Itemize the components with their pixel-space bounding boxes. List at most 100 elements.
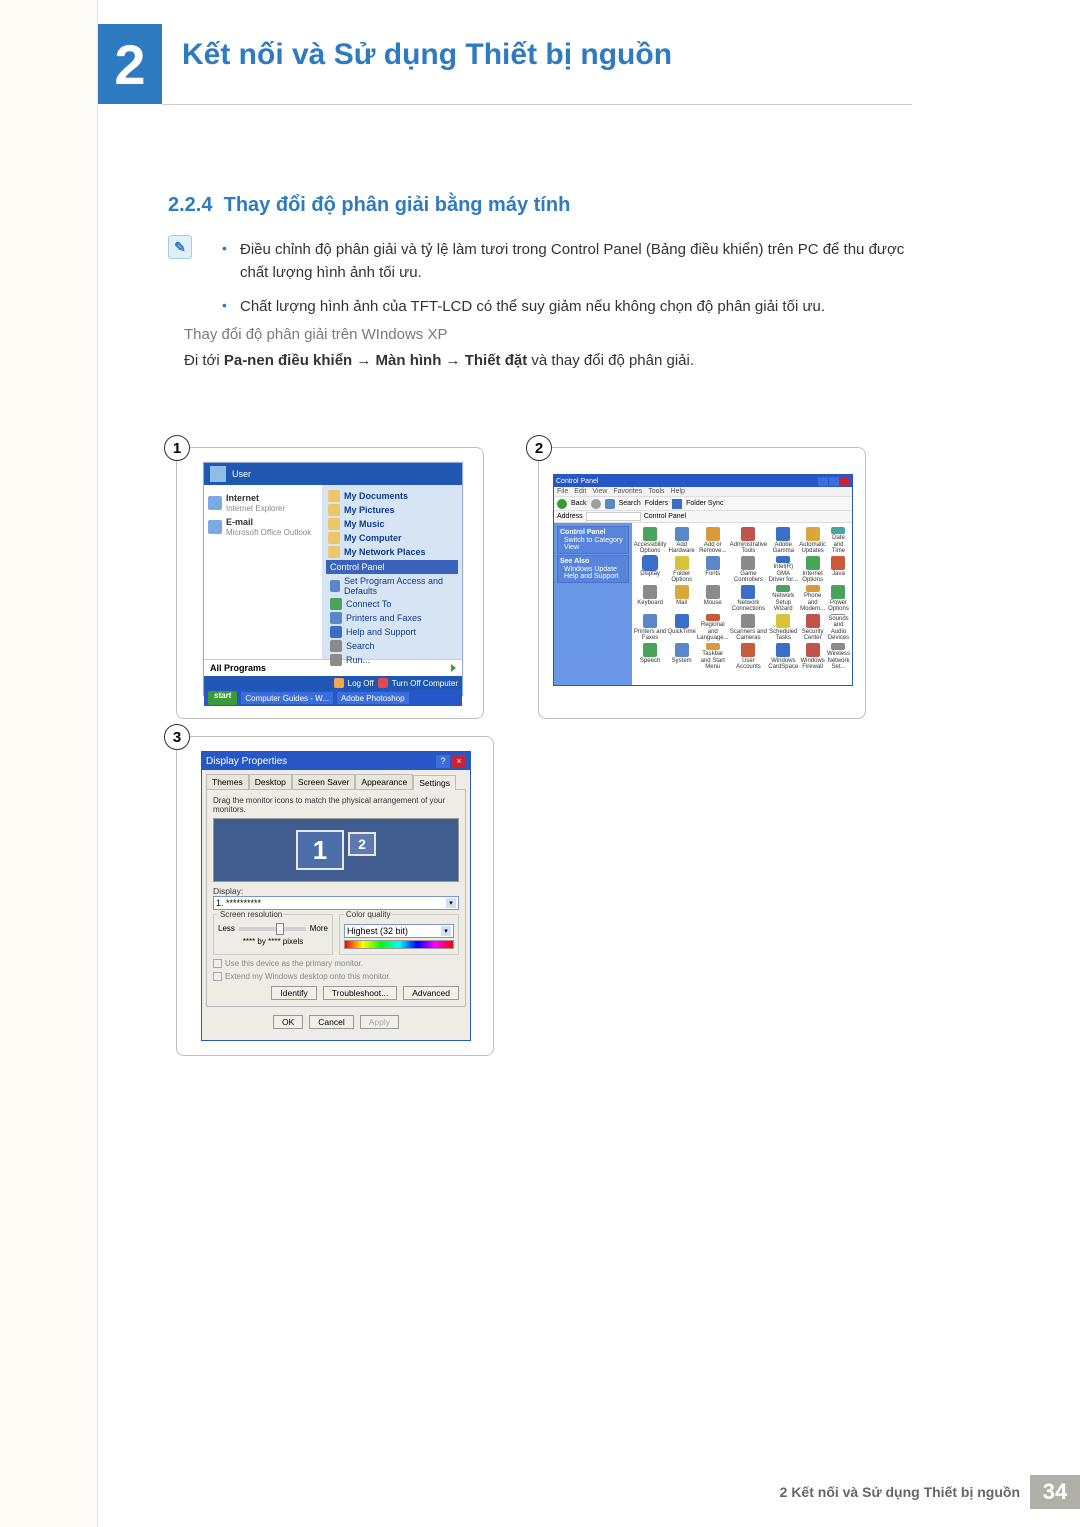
search-button[interactable]: Search <box>619 500 641 507</box>
identify-button[interactable]: Identify <box>271 986 316 1000</box>
ok-button[interactable]: OK <box>273 1015 303 1029</box>
figure-number-3: 3 <box>164 724 190 750</box>
control-panel-item[interactable]: Mouse <box>697 585 729 613</box>
help-support-link[interactable]: Help and Support <box>560 573 626 580</box>
monitor-2[interactable]: 2 <box>348 832 376 856</box>
control-panel-item[interactable]: Java <box>827 556 850 584</box>
control-panel-item[interactable]: Network Setup Wizard <box>768 585 798 613</box>
control-panel-item[interactable]: Folder Options <box>667 556 695 584</box>
control-panel-item[interactable]: QuickTime <box>667 614 695 642</box>
start-menu-right-item[interactable]: My Documents <box>326 489 458 503</box>
start-menu-left-item[interactable]: E-mailMicrosoft Office Outlook <box>208 515 318 539</box>
forward-icon[interactable] <box>591 499 601 509</box>
control-panel-item[interactable]: Internet Options <box>799 556 826 584</box>
tab-themes[interactable]: Themes <box>206 774 249 789</box>
tab-screen-saver[interactable]: Screen Saver <box>292 774 356 789</box>
menu-item[interactable]: Help <box>671 488 685 495</box>
taskbar-item[interactable]: Adobe Photoshop <box>337 692 409 704</box>
control-panel-item[interactable]: Regional and Language... <box>697 614 729 642</box>
close-icon[interactable] <box>840 477 850 486</box>
control-panel-item[interactable]: Network Connections <box>730 585 768 613</box>
cp-item-label: System <box>672 658 692 665</box>
apply-button[interactable]: Apply <box>360 1015 399 1029</box>
display-label: Display: <box>213 886 459 896</box>
close-icon[interactable]: × <box>452 755 466 768</box>
cp-item-label: Windows CardSpace <box>768 658 798 671</box>
resolution-slider[interactable] <box>239 927 306 931</box>
control-panel-item[interactable]: Administrative Tools <box>730 527 768 555</box>
start-menu-right-subitem[interactable]: Set Program Access and Defaults <box>326 575 458 597</box>
control-panel-item[interactable]: Scheduled Tasks <box>768 614 798 642</box>
display-select[interactable]: 1. **********▾ <box>213 896 459 910</box>
troubleshoot-button[interactable]: Troubleshoot... <box>323 986 397 1000</box>
start-menu-right-subitem[interactable]: Connect To <box>326 597 458 611</box>
up-icon[interactable] <box>605 499 615 509</box>
windows-update-link[interactable]: Windows Update <box>560 566 626 573</box>
control-panel-item[interactable]: Adobe Gamma <box>768 527 798 555</box>
control-panel-item[interactable]: Display <box>634 556 667 584</box>
menu-item[interactable]: File <box>557 488 568 495</box>
control-panel-item[interactable]: Accessibility Options <box>634 527 667 555</box>
start-menu-right-item[interactable]: My Computer <box>326 531 458 545</box>
control-panel-menu-item[interactable]: Control Panel <box>326 560 458 574</box>
control-panel-item[interactable]: Wireless Network Set... <box>827 643 850 671</box>
folders-button[interactable]: Folders <box>645 500 668 507</box>
start-menu-right-subitem[interactable]: Run... <box>326 653 458 667</box>
back-icon[interactable] <box>557 499 567 509</box>
control-panel-item[interactable]: Speech <box>634 643 667 671</box>
cancel-button[interactable]: Cancel <box>309 1015 353 1029</box>
control-panel-item[interactable]: Sounds and Audio Devices <box>827 614 850 642</box>
control-panel-item[interactable]: Windows CardSpace <box>768 643 798 671</box>
control-panel-item[interactable]: Fonts <box>697 556 729 584</box>
control-panel-item[interactable]: Date and Time <box>827 527 850 555</box>
control-panel-item[interactable]: Add Hardware <box>667 527 695 555</box>
control-panel-item[interactable]: Scanners and Cameras <box>730 614 768 642</box>
control-panel-item[interactable]: Power Options <box>827 585 850 613</box>
control-panel-item[interactable]: Taskbar and Start Menu <box>697 643 729 671</box>
color-quality-select[interactable]: Highest (32 bit)▾ <box>344 924 454 938</box>
address-input[interactable] <box>586 512 641 521</box>
foldersync-button[interactable]: Folder Sync <box>686 500 723 507</box>
control-panel-item[interactable]: Intel(R) GMA Driver for... <box>768 556 798 584</box>
control-panel-item[interactable]: Printers and Faxes <box>634 614 667 642</box>
tab-desktop[interactable]: Desktop <box>249 774 292 789</box>
help-icon[interactable]: ? <box>436 755 450 768</box>
start-menu-right-subitem[interactable]: Help and Support <box>326 625 458 639</box>
start-menu-left-item[interactable]: InternetInternet Explorer <box>208 491 318 515</box>
start-menu-right-subitem[interactable]: Search <box>326 639 458 653</box>
menu-item[interactable]: Favorites <box>613 488 642 495</box>
start-menu-right-item[interactable]: My Network Places <box>326 545 458 559</box>
control-panel-item[interactable]: User Accounts <box>730 643 768 671</box>
monitor-arrangement[interactable]: 1 2 <box>213 818 459 882</box>
maximize-icon[interactable] <box>829 477 839 486</box>
control-panel-item[interactable]: Automatic Updates <box>799 527 826 555</box>
start-menu-right-item[interactable]: My Pictures <box>326 503 458 517</box>
tab-settings[interactable]: Settings <box>413 775 456 790</box>
control-panel-item[interactable]: Add or Remove... <box>697 527 729 555</box>
monitor-1[interactable]: 1 <box>296 830 344 870</box>
control-panel-item[interactable]: Game Controllers <box>730 556 768 584</box>
views-icon[interactable] <box>672 499 682 509</box>
cp-item-icon <box>643 527 657 541</box>
control-panel-item[interactable]: Security Center <box>799 614 826 642</box>
start-menu-power-bar: Log Off Turn Off Computer <box>204 676 462 690</box>
control-panel-item[interactable]: Keyboard <box>634 585 667 613</box>
taskbar-item[interactable]: Computer Guides - W... <box>241 692 333 704</box>
shutdown-button[interactable]: Turn Off Computer <box>392 679 458 688</box>
menu-item[interactable]: Tools <box>648 488 664 495</box>
start-button[interactable]: start <box>208 691 237 705</box>
menu-item[interactable]: Edit <box>574 488 586 495</box>
advanced-button[interactable]: Advanced <box>403 986 459 1000</box>
control-panel-item[interactable]: Mail <box>667 585 695 613</box>
tab-appearance[interactable]: Appearance <box>355 774 413 789</box>
switch-view-link[interactable]: Switch to Category View <box>560 537 626 551</box>
start-menu-right-subitem[interactable]: Printers and Faxes <box>326 611 458 625</box>
start-menu-right-item[interactable]: My Music <box>326 517 458 531</box>
menu-item[interactable]: View <box>592 488 607 495</box>
logoff-button[interactable]: Log Off <box>348 679 374 688</box>
control-panel-item[interactable]: System <box>667 643 695 671</box>
control-panel-item[interactable]: Windows Firewall <box>799 643 826 671</box>
cp-item-label: Scheduled Tasks <box>768 629 798 642</box>
control-panel-item[interactable]: Phone and Modem... <box>799 585 826 613</box>
minimize-icon[interactable] <box>818 477 828 486</box>
